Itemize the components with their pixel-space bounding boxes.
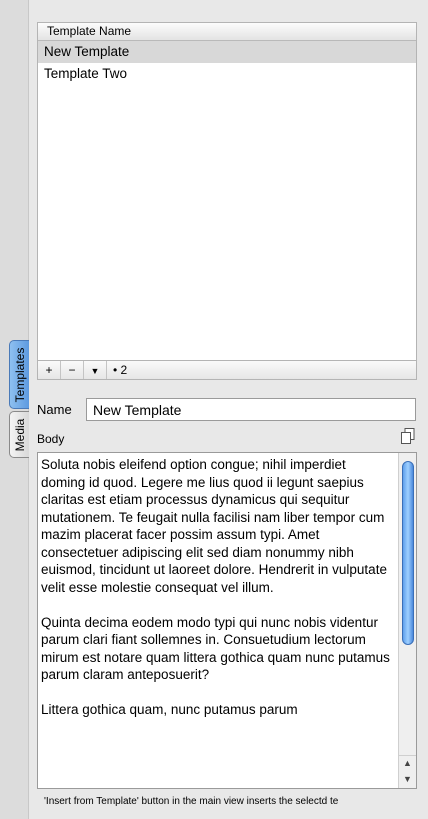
side-tab-bar: Templates Media [9, 340, 29, 458]
body-text: Soluta nobis eleifend option congue; nih… [41, 457, 390, 717]
chevron-down-icon: ▼ [90, 366, 100, 376]
tab-media-label: Media [12, 418, 27, 451]
name-label: Name [37, 402, 72, 417]
body-label: Body [37, 432, 65, 446]
template-table: Template Name New Template Template Two … [37, 22, 417, 380]
scroll-down-button[interactable]: ▼ [399, 772, 416, 786]
copy-icon[interactable] [400, 428, 416, 444]
remove-template-button[interactable]: − [61, 361, 84, 379]
tab-templates[interactable]: Templates [9, 340, 29, 409]
column-header-template-name[interactable]: Template Name [38, 23, 416, 41]
tab-media[interactable]: Media [9, 411, 29, 458]
tab-templates-label: Templates [12, 347, 27, 402]
vertical-scrollbar[interactable]: ▲ ▼ [398, 453, 416, 788]
scrollbar-thumb[interactable] [402, 461, 414, 645]
templates-pane: Templates Media Template Name New Templa… [0, 0, 428, 819]
table-row[interactable]: New Template [38, 41, 416, 63]
action-menu-button[interactable]: ▼ [84, 361, 107, 379]
table-row[interactable]: Template Two [38, 63, 416, 85]
body-textarea[interactable]: Soluta nobis eleifend option congue; nih… [37, 452, 417, 789]
template-count: • 2 [113, 363, 128, 377]
status-text: 'Insert from Template' button in the mai… [44, 796, 339, 807]
name-field[interactable] [86, 398, 416, 421]
table-footer: + − ▼ • 2 [38, 360, 416, 379]
scroll-up-button[interactable]: ▲ [399, 755, 416, 770]
add-template-button[interactable]: + [38, 361, 61, 379]
